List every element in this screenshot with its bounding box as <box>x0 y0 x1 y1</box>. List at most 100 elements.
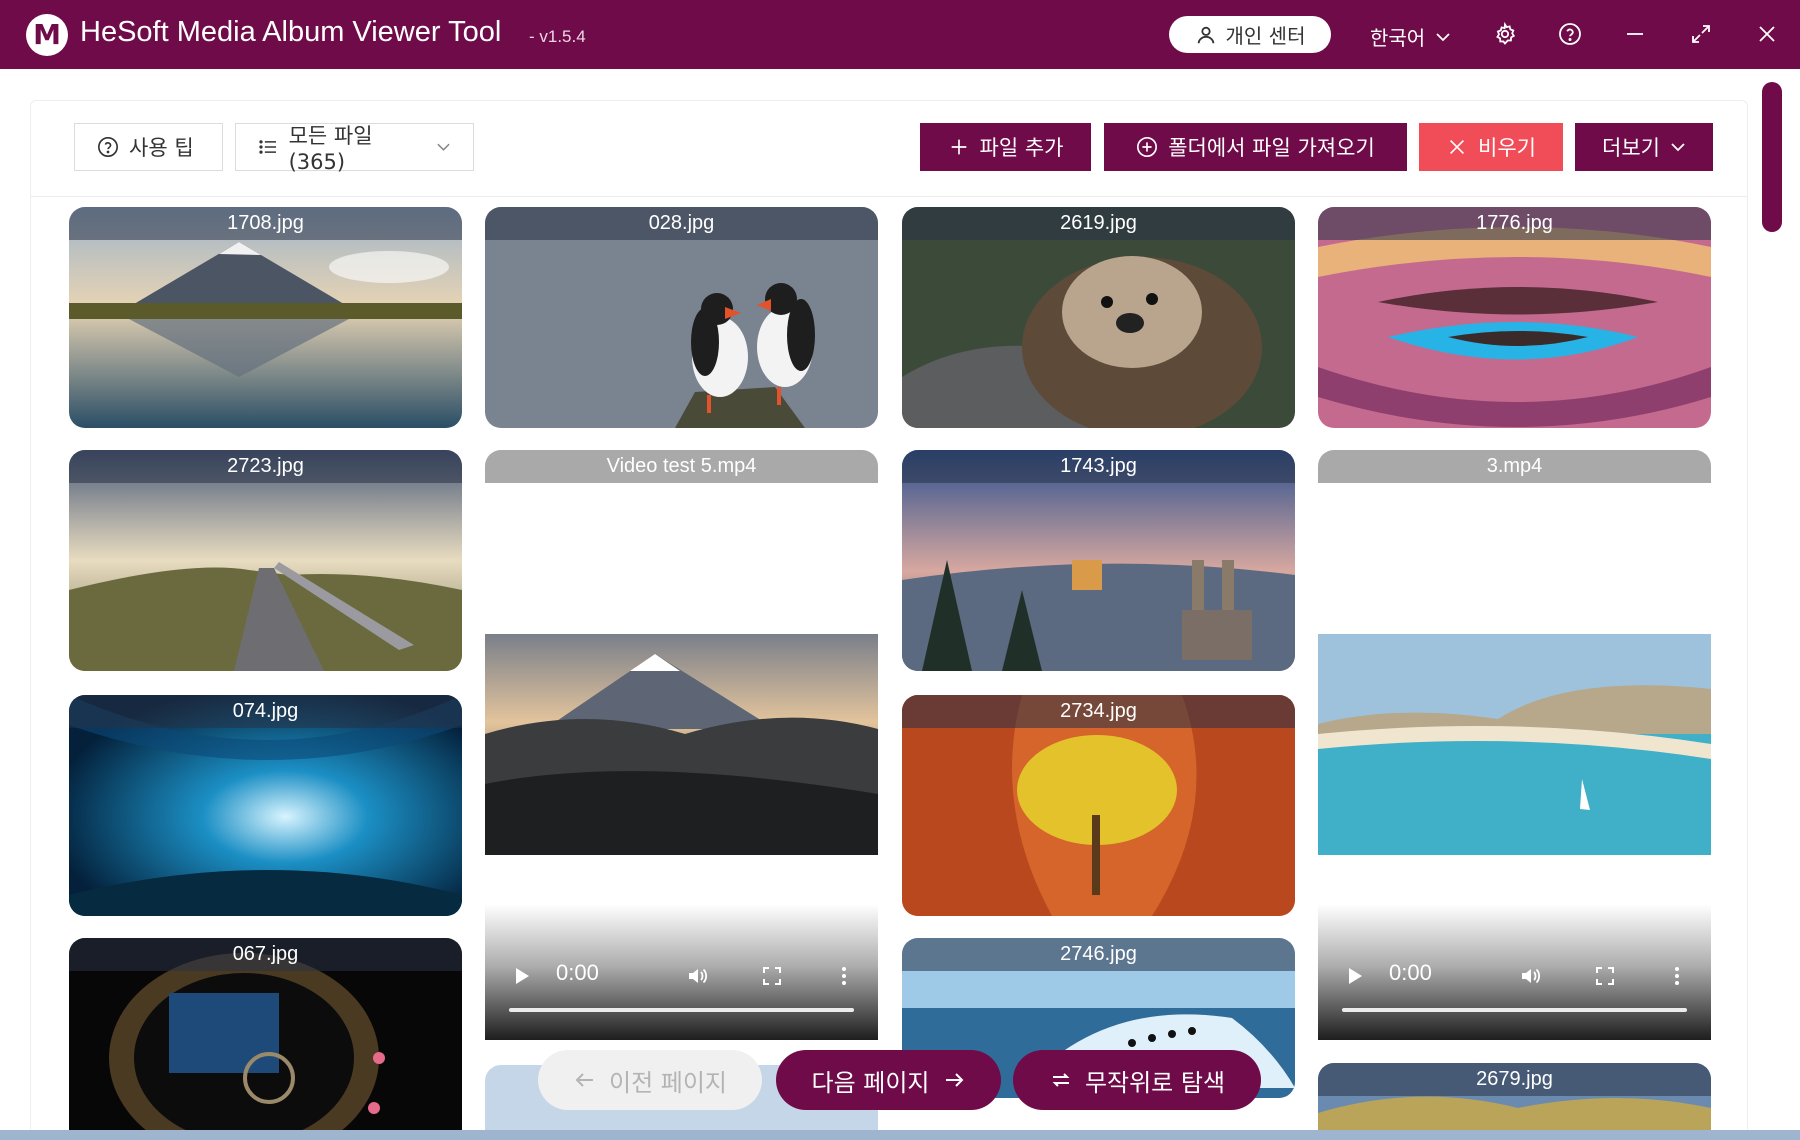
user-center-label: 개인 센터 <box>1225 24 1306 48</box>
app-title: HeSoft Media Album Viewer Tool <box>80 16 502 48</box>
help-icon[interactable] <box>1556 20 1584 48</box>
tile-filename: 1708.jpg <box>69 207 462 240</box>
mountain-lake-photo-icon <box>69 207 462 428</box>
ice-cave-photo-icon <box>69 695 462 916</box>
file-filter-label: 모든 파일 (365) <box>288 124 373 174</box>
beach-video-frame-icon <box>1318 634 1711 855</box>
video-control-row: 0:00 <box>485 956 878 996</box>
fullscreen-icon[interactable] <box>1593 964 1617 988</box>
minimize-icon[interactable] <box>1621 20 1649 48</box>
video-tile[interactable]: Video test 5.mp4 0:00 <box>485 450 878 1040</box>
prev-page-label: 이전 페이지 <box>608 1068 728 1097</box>
fuji-video-frame-icon <box>485 634 878 855</box>
toolbar: 사용 팁 모든 파일 (365) 파일 추가 폴더에서 파일 가져오기 비우기 … <box>31 101 1747 197</box>
winter-town-photo-icon <box>902 450 1295 671</box>
usage-tips-button[interactable]: 사용 팁 <box>74 123 223 171</box>
otter-photo-icon <box>902 207 1295 428</box>
more-vertical-icon[interactable] <box>832 964 856 988</box>
app-window: M HeSoft Media Album Viewer Tool - v1.5.… <box>0 0 1800 1140</box>
volume-icon[interactable] <box>686 964 710 988</box>
add-file-label: 파일 추가 <box>979 136 1064 160</box>
boardwalk-photo-icon <box>69 450 462 671</box>
chevron-down-icon <box>437 143 450 151</box>
media-tile[interactable]: 2679.jpg <box>1318 1063 1711 1139</box>
settings-gear-icon[interactable] <box>1491 20 1519 48</box>
usage-tips-label: 사용 팁 <box>129 136 194 160</box>
import-folder-button[interactable]: 폴더에서 파일 가져오기 <box>1104 123 1407 171</box>
app-logo-icon: M <box>26 14 68 56</box>
app-version: - v1.5.4 <box>529 27 586 46</box>
tile-filename: 1776.jpg <box>1318 207 1711 240</box>
puffins-photo-icon <box>485 207 878 428</box>
x-icon <box>1450 139 1465 155</box>
maximize-icon[interactable] <box>1687 20 1715 48</box>
tile-filename: 1743.jpg <box>902 450 1295 483</box>
tile-filename: 067.jpg <box>69 938 462 971</box>
tile-filename: 3.mp4 <box>1318 450 1711 483</box>
plus-circle-icon <box>1137 137 1158 157</box>
media-tile[interactable]: 1743.jpg <box>902 450 1295 671</box>
desktop-strip <box>0 1130 1800 1140</box>
media-tile[interactable]: 2619.jpg <box>902 207 1295 428</box>
close-icon[interactable] <box>1753 20 1781 48</box>
plus-icon <box>951 139 966 155</box>
arrow-right-icon <box>945 1073 963 1087</box>
arrow-left-icon <box>575 1073 593 1087</box>
fullscreen-icon[interactable] <box>760 964 784 988</box>
language-label: 한국어 <box>1370 26 1426 50</box>
tile-filename: 2746.jpg <box>902 938 1295 971</box>
more-vertical-icon[interactable] <box>1665 964 1689 988</box>
language-selector[interactable]: 한국어 <box>1370 22 1451 51</box>
more-dropdown[interactable]: 더보기 <box>1575 123 1713 171</box>
video-tile[interactable]: 3.mp4 0:00 <box>1318 450 1711 1040</box>
clear-label: 비우기 <box>1478 136 1536 160</box>
play-icon[interactable] <box>509 964 533 988</box>
tile-filename: 2734.jpg <box>902 695 1295 728</box>
tile-filename: 028.jpg <box>485 207 878 240</box>
add-file-button[interactable]: 파일 추가 <box>920 123 1091 171</box>
play-icon[interactable] <box>1342 964 1366 988</box>
main-panel: 사용 팁 모든 파일 (365) 파일 추가 폴더에서 파일 가져오기 비우기 … <box>30 100 1748 1140</box>
next-page-label: 다음 페이지 <box>811 1068 930 1097</box>
video-controls: 0:00 <box>1318 904 1711 1040</box>
video-control-row: 0:00 <box>1318 956 1711 996</box>
media-tile[interactable]: 2723.jpg <box>69 450 462 671</box>
list-icon <box>259 140 276 154</box>
more-label: 더보기 <box>1602 136 1660 160</box>
canyon-rock-photo-icon <box>1318 207 1711 428</box>
video-time: 0:00 <box>556 960 599 985</box>
clear-button[interactable]: 비우기 <box>1419 123 1563 171</box>
user-icon <box>1197 26 1214 43</box>
media-tile[interactable]: 1708.jpg <box>69 207 462 428</box>
media-tile[interactable]: 2734.jpg <box>902 695 1295 916</box>
tile-filename: 074.jpg <box>69 695 462 728</box>
prev-page-button[interactable]: 이전 페이지 <box>538 1050 762 1110</box>
tile-filename: 2679.jpg <box>1318 1063 1711 1096</box>
video-progress-bar[interactable] <box>509 1008 854 1012</box>
tile-filename: 2619.jpg <box>902 207 1295 240</box>
autumn-canyon-photo-icon <box>902 695 1295 916</box>
import-folder-label: 폴더에서 파일 가져오기 <box>1168 136 1375 160</box>
chevron-down-icon <box>1436 32 1450 41</box>
random-browse-button[interactable]: 무작위로 탐색 <box>1013 1050 1261 1110</box>
volume-icon[interactable] <box>1519 964 1543 988</box>
media-tile[interactable]: 1776.jpg <box>1318 207 1711 428</box>
media-tile[interactable]: 074.jpg <box>69 695 462 916</box>
media-gallery: 1708.jpg 028.jpg 2619.jpg 1776.jpg 2723.… <box>31 197 1747 1139</box>
chevron-down-icon <box>1671 143 1685 152</box>
user-center-button[interactable]: 개인 센터 <box>1169 16 1331 53</box>
next-page-button[interactable]: 다음 페이지 <box>776 1050 1001 1110</box>
tile-filename: 2723.jpg <box>69 450 462 483</box>
vertical-scrollbar[interactable] <box>1762 82 1782 1122</box>
scrollbar-thumb[interactable] <box>1762 82 1782 232</box>
title-bar: M HeSoft Media Album Viewer Tool - v1.5.… <box>0 0 1800 69</box>
video-time: 0:00 <box>1389 960 1432 985</box>
random-browse-label: 무작위로 탐색 <box>1084 1068 1226 1097</box>
shuffle-icon <box>1052 1073 1070 1087</box>
file-filter-dropdown[interactable]: 모든 파일 (365) <box>235 123 474 174</box>
help-circle-icon <box>98 137 118 157</box>
media-tile[interactable]: 067.jpg <box>69 938 462 1139</box>
tile-filename: Video test 5.mp4 <box>485 450 878 483</box>
media-tile[interactable]: 028.jpg <box>485 207 878 428</box>
video-progress-bar[interactable] <box>1342 1008 1687 1012</box>
